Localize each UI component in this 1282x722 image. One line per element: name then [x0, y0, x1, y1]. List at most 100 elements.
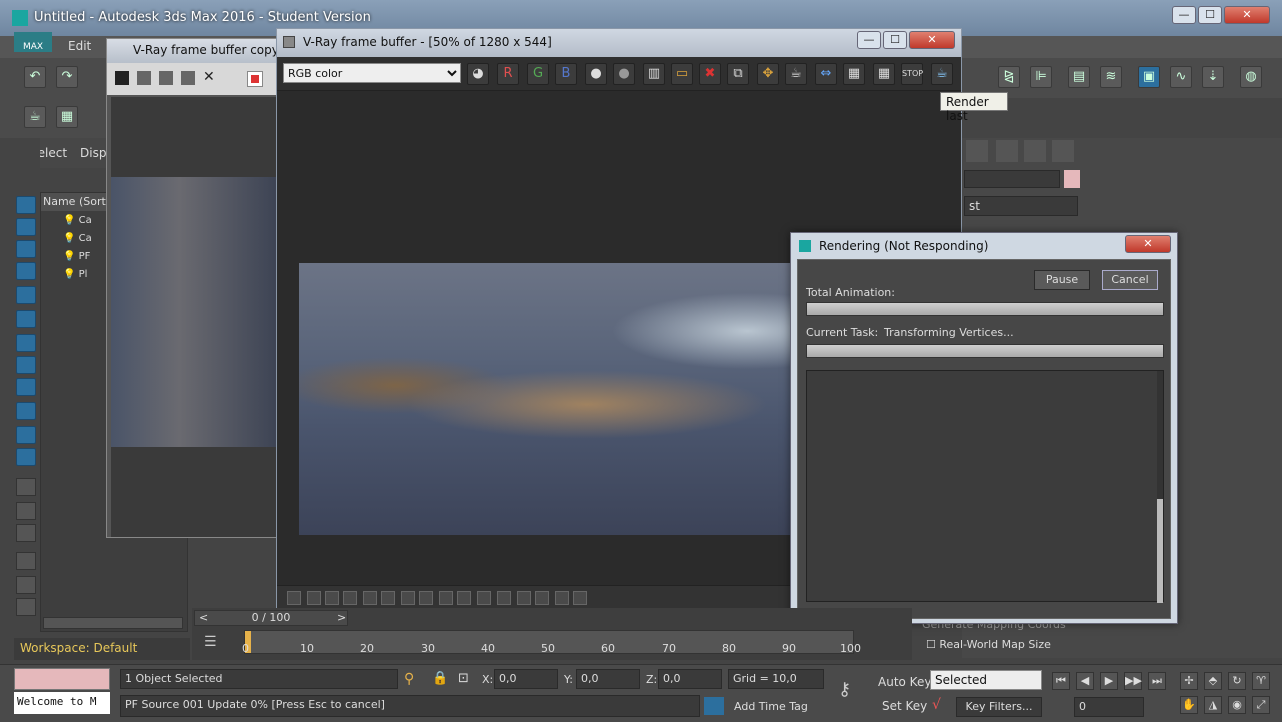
- key-icon[interactable]: ⚷: [838, 679, 851, 700]
- isolate-icon[interactable]: ⚲: [404, 671, 414, 687]
- time-next-button[interactable]: >: [337, 611, 346, 624]
- menu-edit[interactable]: Edit: [68, 39, 91, 53]
- history-icon[interactable]: [555, 591, 569, 605]
- vfb-titlebar[interactable]: V-Ray frame buffer - [50% of 1280 x 544]…: [277, 29, 961, 57]
- clear-icon[interactable]: ✕: [203, 69, 215, 85]
- shapes-filter-icon[interactable]: [16, 218, 36, 236]
- minimize-button[interactable]: —: [1172, 6, 1196, 24]
- find-icon[interactable]: [16, 576, 36, 594]
- real-world-map-checkbox[interactable]: ☐ Real-World Map Size: [926, 638, 1051, 651]
- display-none-icon[interactable]: [16, 502, 36, 520]
- duplicate-icon[interactable]: ⧉: [727, 63, 749, 85]
- teapot-icon[interactable]: ☕: [24, 106, 46, 128]
- save-image-icon[interactable]: ▥: [643, 63, 665, 85]
- scene-row[interactable]: 💡 Pl: [63, 269, 87, 280]
- zoom-icon[interactable]: ✢: [1180, 672, 1198, 690]
- alpha-white-icon[interactable]: ●: [585, 63, 607, 85]
- green-channel-button[interactable]: G: [527, 63, 549, 85]
- add-time-tag-button[interactable]: Add Time Tag: [734, 700, 808, 713]
- lut-icon[interactable]: [343, 591, 357, 605]
- y-coordinate-input[interactable]: 0,0: [576, 669, 640, 689]
- hsl-icon[interactable]: [457, 591, 471, 605]
- scene-row[interactable]: 💡 Ca: [63, 233, 92, 244]
- helpers-filter-icon[interactable]: [16, 286, 36, 304]
- previous-frame-icon[interactable]: ◀: [1076, 672, 1094, 690]
- bones-filter-icon[interactable]: [16, 378, 36, 396]
- scene-row[interactable]: 💡 PF: [63, 251, 90, 262]
- light-bulb-icon[interactable]: 💡: [63, 269, 75, 280]
- color-correction-icon[interactable]: [307, 591, 321, 605]
- field-of-view-icon[interactable]: ♈: [1252, 672, 1270, 690]
- time-prev-button[interactable]: <: [199, 611, 208, 624]
- object-color-swatch[interactable]: [1064, 170, 1080, 188]
- light-bulb-icon[interactable]: 💡: [63, 215, 75, 226]
- copy-icon[interactable]: [137, 71, 151, 85]
- spacewarps-filter-icon[interactable]: [16, 310, 36, 328]
- x-coordinate-input[interactable]: 0,0: [494, 669, 558, 689]
- zoom-all-icon[interactable]: ⬘: [1204, 672, 1222, 690]
- light-bulb-icon[interactable]: 💡: [63, 233, 75, 244]
- channel-select[interactable]: RGB color: [283, 63, 461, 83]
- red-channel-button[interactable]: R: [497, 63, 519, 85]
- workspace-selector[interactable]: Workspace: Default: [14, 638, 190, 660]
- levels-icon[interactable]: [363, 591, 377, 605]
- scene-row[interactable]: 💡 Ca: [63, 215, 92, 226]
- tab-display[interactable]: Disp: [80, 146, 106, 160]
- mini-curve-editor-icon[interactable]: ☰: [204, 634, 217, 650]
- cancel-button[interactable]: Cancel: [1102, 270, 1158, 290]
- display-correction-icon[interactable]: [287, 591, 301, 605]
- invert-display-icon[interactable]: [16, 524, 36, 542]
- cameras-filter-icon[interactable]: [16, 262, 36, 280]
- pause-button[interactable]: Pause: [1034, 270, 1090, 290]
- vfb-close-button[interactable]: ✕: [909, 31, 955, 49]
- selection-set-dropdown[interactable]: Selected: [930, 670, 1042, 690]
- print-icon[interactable]: [181, 71, 195, 85]
- render-last-icon[interactable]: ☕: [931, 63, 953, 85]
- orbit-subobject-icon[interactable]: ◉: [1228, 696, 1246, 714]
- utilities-tab-icon[interactable]: [1052, 140, 1074, 162]
- white-balance-icon[interactable]: [439, 591, 453, 605]
- filter-icon[interactable]: [16, 552, 36, 570]
- schematic-icon[interactable]: ⇣: [1202, 66, 1224, 88]
- pan-icon[interactable]: ✋: [1180, 696, 1198, 714]
- scene-explorer-icon[interactable]: ▣: [1138, 66, 1160, 88]
- maxscript-listener-mini[interactable]: [14, 668, 110, 690]
- vfb-copy-titlebar[interactable]: V-Ray frame buffer copy, D: [107, 39, 283, 63]
- blue-channel-button[interactable]: B: [555, 63, 577, 85]
- go-to-end-icon[interactable]: ⏭: [1148, 672, 1166, 690]
- go-to-start-icon[interactable]: ⏮: [1052, 672, 1070, 690]
- scene-explorer-scrollbar[interactable]: [43, 617, 183, 629]
- application-button[interactable]: MAX: [14, 32, 52, 52]
- frozen-filter-icon[interactable]: [16, 426, 36, 444]
- close-button[interactable]: ✕: [1224, 6, 1270, 24]
- mono-icon[interactable]: ●: [613, 63, 635, 85]
- align-icon[interactable]: ⊫: [1030, 66, 1052, 88]
- load-image-icon[interactable]: ▭: [671, 63, 693, 85]
- lens-fx-icon[interactable]: [573, 591, 587, 605]
- info-icon[interactable]: [325, 591, 339, 605]
- display-all-icon[interactable]: [16, 478, 36, 496]
- save-icon[interactable]: [115, 71, 129, 85]
- exposure-icon[interactable]: [419, 591, 433, 605]
- z-coordinate-input[interactable]: 0,0: [658, 669, 722, 689]
- hsplit-icon[interactable]: [517, 591, 531, 605]
- set-key-button[interactable]: Set Key: [882, 699, 927, 713]
- ribbon-icon[interactable]: ≋: [1100, 66, 1122, 88]
- clone-icon[interactable]: [159, 71, 173, 85]
- material-editor-icon[interactable]: ◍: [1240, 66, 1262, 88]
- render-region-icon[interactable]: ☕: [785, 63, 807, 85]
- region-icon[interactable]: ▦: [873, 63, 895, 85]
- play-icon[interactable]: ▶: [1100, 672, 1118, 690]
- current-frame-input[interactable]: 0: [1074, 697, 1144, 717]
- maximize-viewport-icon[interactable]: ⤢: [1252, 696, 1270, 714]
- lights-filter-icon[interactable]: [16, 240, 36, 258]
- absolute-mode-icon[interactable]: ⊡: [458, 671, 469, 686]
- compare-icon[interactable]: [497, 591, 511, 605]
- next-frame-icon[interactable]: ▶▶: [1124, 672, 1142, 690]
- modifier-list-dropdown[interactable]: st: [964, 196, 1078, 216]
- clear-image-icon[interactable]: ✖: [699, 63, 721, 85]
- pixel-info-icon[interactable]: [477, 591, 491, 605]
- curve-editor-icon[interactable]: ∿: [1170, 66, 1192, 88]
- mirror-icon[interactable]: ⧎: [998, 66, 1020, 88]
- color-channels-icon[interactable]: ◕: [467, 63, 489, 85]
